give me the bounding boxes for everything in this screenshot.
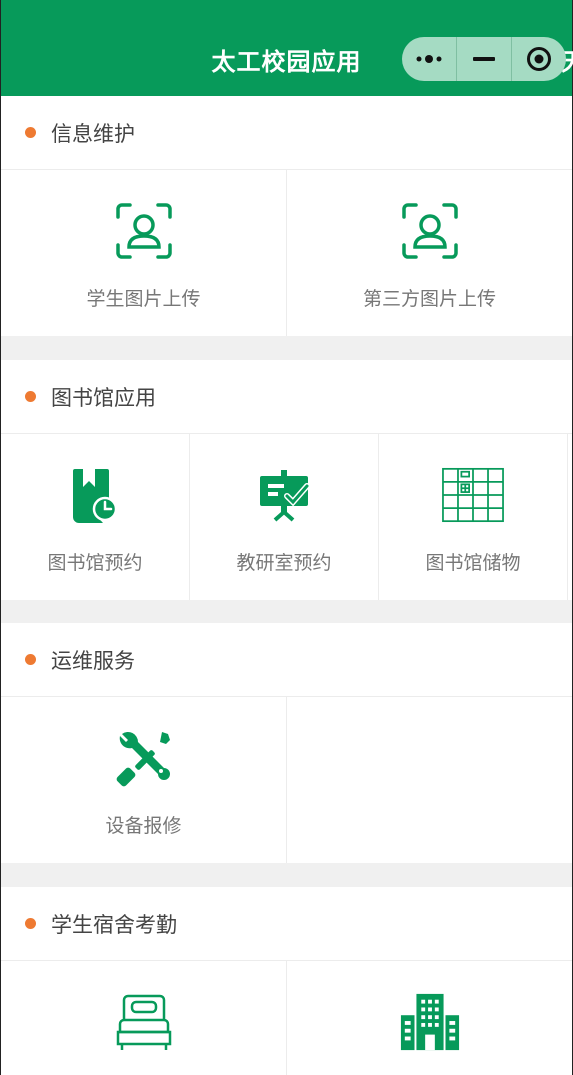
tile-equipment-repair[interactable]: 设备报修 (1, 697, 287, 863)
minimize-icon (473, 57, 495, 61)
section-header: 图书馆应用 (1, 360, 572, 434)
section-title: 学生宿舍考勤 (51, 912, 177, 937)
section-title: 图书馆应用 (51, 385, 156, 410)
tile-label: 第三方图片上传 (362, 288, 496, 310)
section-dorm-attendance: 学生宿舍考勤 (1, 887, 572, 1075)
bed-icon (116, 994, 171, 1050)
tile-label: 教研室预约 (236, 552, 332, 574)
section-dot (25, 654, 36, 665)
miniprogram-capsule (402, 37, 566, 81)
wrench-screwdriver-icon (116, 732, 170, 787)
presentation-board-icon (260, 470, 310, 522)
tile-third-party-photo-upload[interactable]: 第三方图片上传 (287, 170, 572, 336)
building-icon (400, 993, 459, 1051)
locker-grid-icon (442, 467, 504, 523)
book-clock-icon (73, 469, 118, 523)
section-info-maintenance: 信息维护 学生图片上传 第三方图片上传 (1, 96, 572, 336)
tile-library-storage[interactable]: 图书馆储物 (379, 434, 568, 600)
section-dot (25, 127, 36, 138)
section-title: 运维服务 (51, 648, 135, 673)
tile-label: 图书馆预约 (47, 552, 143, 574)
tile-research-room-reservation[interactable]: 教研室预约 (190, 434, 379, 600)
tile-library-reservation[interactable]: 图书馆预约 (1, 434, 190, 600)
section-maintenance-service: 运维服务 设备报修 (1, 623, 572, 863)
tile-label: 学生图片上传 (86, 288, 201, 310)
section-header: 运维服务 (1, 623, 572, 697)
section-dot (25, 918, 36, 929)
more-button[interactable] (402, 37, 456, 81)
more-dots-icon (416, 55, 442, 63)
target-close-icon (527, 47, 551, 71)
face-scan-icon (401, 203, 458, 259)
tile-student-photo-upload[interactable]: 学生图片上传 (1, 170, 287, 336)
section-library: 图书馆应用 图书馆预约 教研室预约 图书馆储物 (1, 360, 572, 600)
navigation-bar: 太工校园应用 天 (1, 0, 573, 96)
section-header: 信息维护 (1, 96, 572, 170)
face-scan-icon (115, 203, 172, 259)
tile-label: 图书馆储物 (425, 552, 521, 574)
close-button[interactable] (512, 37, 566, 81)
tile-dorm-building[interactable] (287, 961, 572, 1075)
section-dot (25, 391, 36, 402)
section-header: 学生宿舍考勤 (1, 887, 572, 961)
tile-empty (287, 697, 572, 863)
minimize-button[interactable] (457, 37, 511, 81)
tile-dorm-bed[interactable] (1, 961, 287, 1075)
tile-label: 设备报修 (105, 815, 182, 837)
section-title: 信息维护 (51, 121, 135, 146)
